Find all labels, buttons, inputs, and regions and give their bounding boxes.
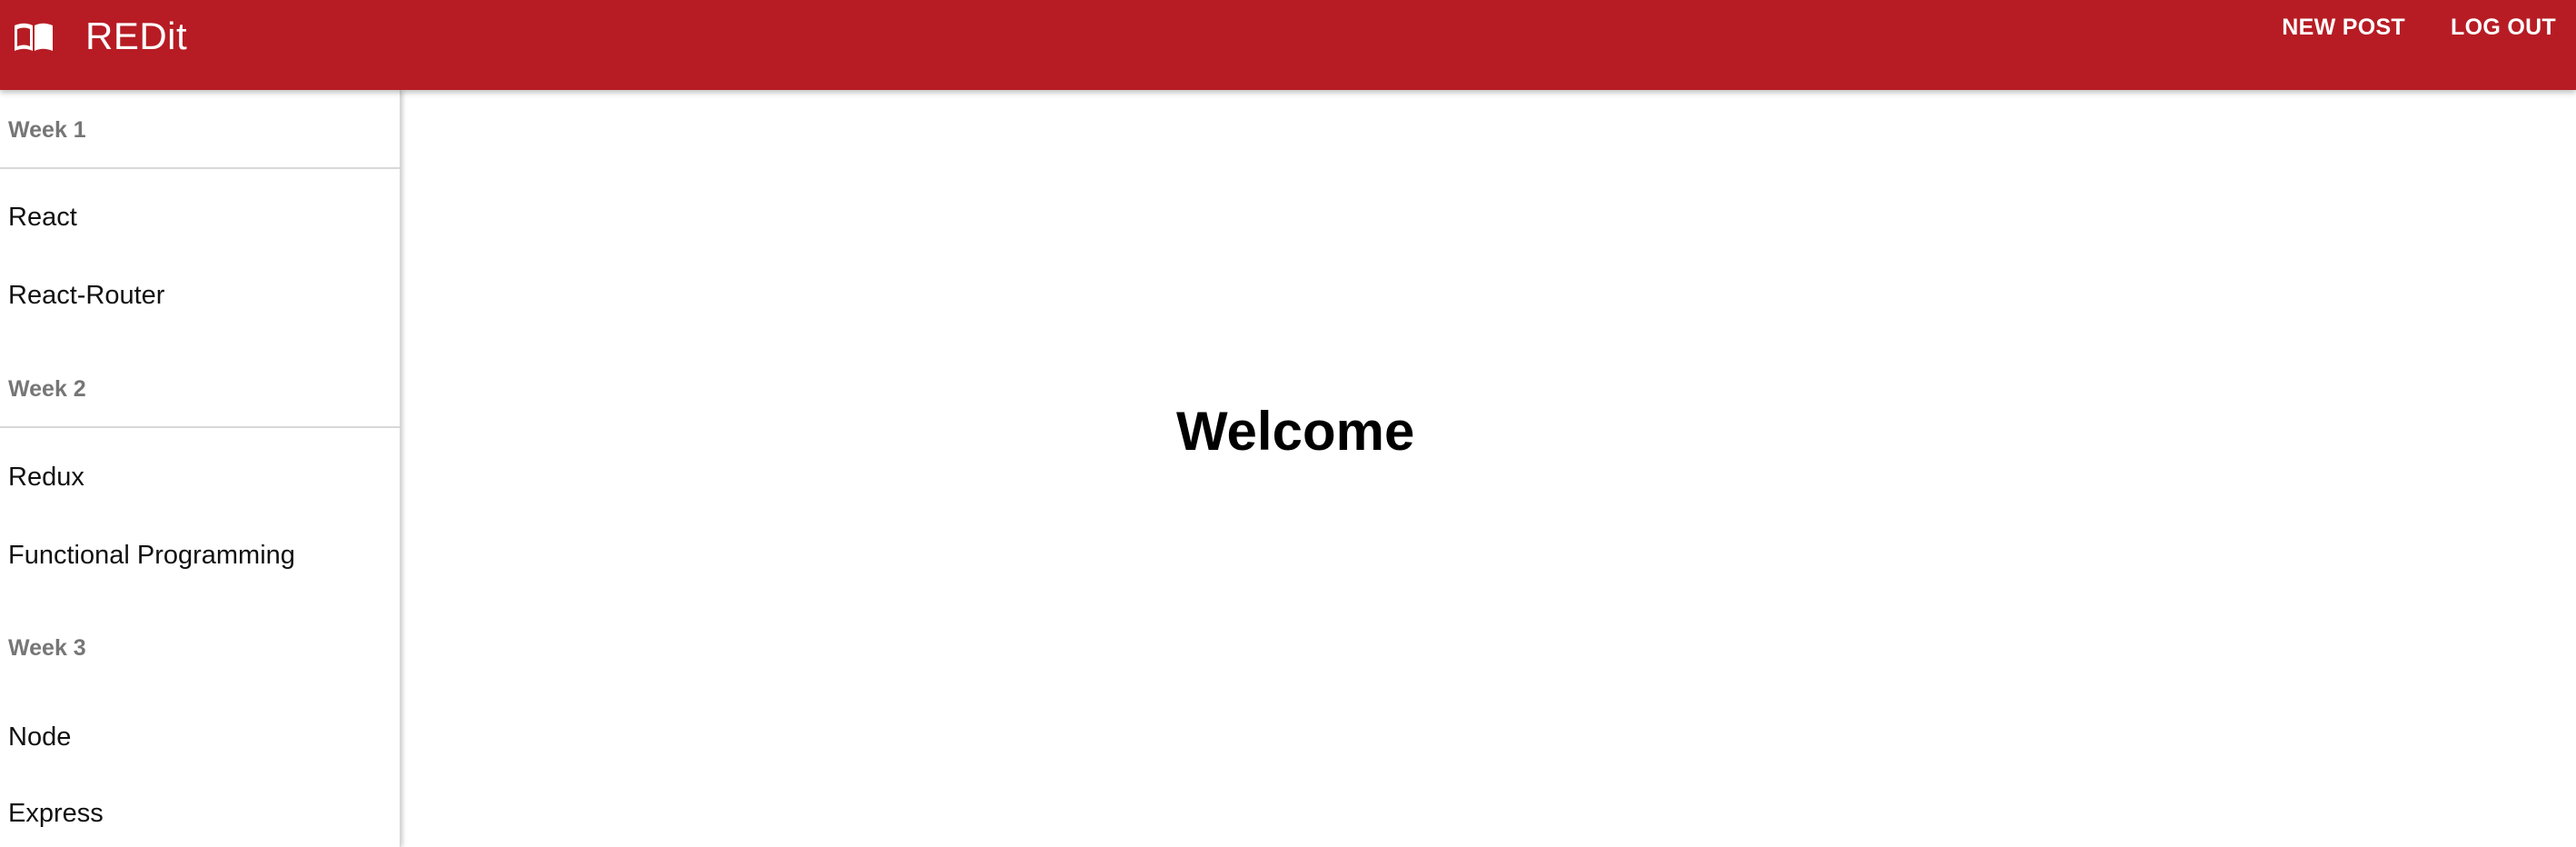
app-bar: REDit NEW POST LOG OUT [0, 0, 2576, 90]
nav-item-node[interactable]: Node [8, 719, 71, 755]
nav-item-express[interactable]: Express [8, 795, 104, 832]
nav-item-react[interactable]: React [8, 199, 77, 235]
open-book-icon [15, 23, 53, 51]
nav-item-redux[interactable]: Redux [8, 459, 84, 495]
section-header-week-3: Week 3 [8, 635, 86, 661]
section-divider [0, 426, 400, 428]
page-title: Welcome [1176, 401, 1415, 462]
section-header-week-1: Week 1 [8, 117, 86, 143]
section-header-week-2: Week 2 [8, 376, 86, 402]
section-divider [0, 167, 400, 169]
sidebar: Week 1 React React-Router Week 2 Redux F… [0, 90, 401, 847]
app-title[interactable]: REDit [85, 11, 187, 62]
main-content: Welcome [401, 90, 2576, 847]
nav-item-functional-programming[interactable]: Functional Programming [8, 537, 295, 573]
log-out-button[interactable]: LOG OUT [2451, 9, 2556, 45]
new-post-button[interactable]: NEW POST [2282, 9, 2405, 45]
nav-item-react-router[interactable]: React-Router [8, 277, 164, 314]
